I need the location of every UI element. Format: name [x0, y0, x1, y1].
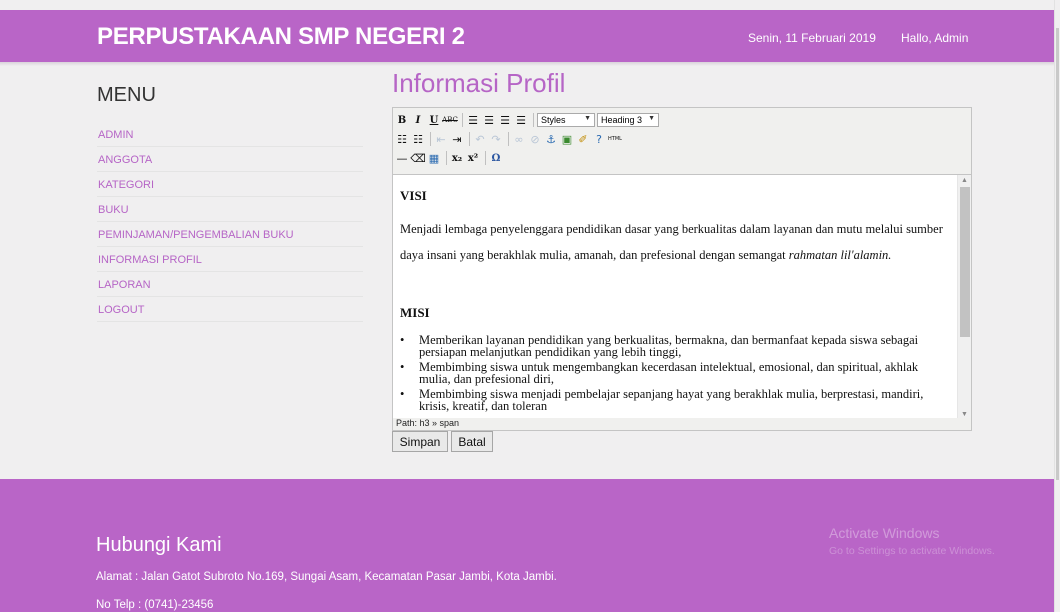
outdent-icon[interactable]: ⇤	[434, 131, 448, 147]
visual-aid-icon[interactable]: ▦	[427, 150, 441, 166]
misi-item-text: Membimbing siswa menjadi pembelajar sepa…	[419, 387, 924, 413]
horizontal-rule-icon[interactable]: —	[395, 150, 409, 166]
toolbar-separator	[485, 151, 486, 165]
unlink-icon[interactable]: ⊘	[528, 131, 542, 147]
misi-item-text: Memberikan layanan pendidikan yang berku…	[419, 333, 919, 359]
footer: Hubungi Kami Alamat : Jalan Gatot Subrot…	[0, 479, 1054, 612]
strikethrough-icon[interactable]: ABC	[442, 112, 458, 128]
activation-watermark-title: Activate Windows	[829, 525, 940, 541]
misi-item-text: Membimbing siswa untuk mengembangkan kec…	[419, 360, 919, 386]
help-icon[interactable]: ?	[592, 131, 606, 147]
undo-icon[interactable]: ↶	[473, 131, 487, 147]
sidebar-item-anggota[interactable]: ANGGOTA	[97, 147, 363, 172]
footer-phone: No Telp : (0741)-23456	[96, 599, 214, 611]
footer-title: Hubungi Kami	[96, 534, 222, 556]
editor-scrollbar[interactable]: ▲ ▼	[957, 175, 971, 418]
align-left-icon[interactable]: ☰	[466, 112, 480, 128]
page-title: Informasi Profil	[392, 68, 566, 98]
toolbar-row-1: B I U ABC ☰ ☰ ☰ ☰ Styles ▼ Heading 3 ▼	[395, 111, 661, 129]
sidebar-item-informasi-profil[interactable]: INFORMASI PROFIL	[97, 247, 363, 272]
indent-icon[interactable]: ⇥	[450, 131, 464, 147]
page: PERPUSTAKAAN SMP NEGERI 2 Senin, 11 Febr…	[0, 0, 1060, 612]
rich-text-editor: B I U ABC ☰ ☰ ☰ ☰ Styles ▼ Heading 3 ▼ ☷ ☷…	[392, 107, 972, 431]
styles-select-value: Styles	[541, 115, 566, 125]
list-item: • Memberikan layanan pendidikan yang berk…	[400, 333, 952, 359]
toolbar-row-2: ☷ ☷ ⇤ ⇥ ↶ ↷ ∞ ⊘ ⚓ ▣ ✐ ? HTML	[395, 130, 624, 148]
list-item: • Membimbing siswa untuk mengembangkan ke…	[400, 360, 952, 386]
scroll-down-icon[interactable]: ▼	[961, 410, 968, 418]
scroll-up-icon[interactable]: ▲	[961, 176, 968, 184]
link-icon[interactable]: ∞	[512, 131, 526, 147]
styles-select[interactable]: Styles ▼	[537, 113, 595, 127]
activation-watermark-subtitle: Go to Settings to activate Windows.	[829, 545, 995, 557]
user-greeting[interactable]: Hallo, Admin	[901, 31, 968, 45]
align-center-icon[interactable]: ☰	[482, 112, 496, 128]
remove-format-icon[interactable]: ⌫	[410, 150, 426, 166]
misi-list: • Memberikan layanan pendidikan yang berk…	[400, 334, 952, 415]
sidebar-item-admin[interactable]: ADMIN	[97, 122, 363, 147]
save-button[interactable]: Simpan	[392, 431, 448, 452]
toolbar-row-3: — ⌫ ▦ x₂ x² Ω	[395, 149, 505, 167]
italic-icon[interactable]: I	[411, 112, 425, 128]
image-icon[interactable]: ▣	[560, 131, 574, 147]
sidebar-item-kategori[interactable]: KATEGORI	[97, 172, 363, 197]
visi-italic-text: rahmatan lil'alamin.	[788, 248, 892, 262]
editor-scrollbar-thumb[interactable]	[960, 187, 970, 337]
sidebar-item-logout[interactable]: LOGOUT	[97, 297, 363, 322]
sidebar-item-buku[interactable]: BUKU	[97, 197, 363, 222]
misi-heading: MISI	[400, 305, 430, 320]
toolbar-separator	[469, 132, 470, 146]
toolbar-separator	[430, 132, 431, 146]
cleanup-icon[interactable]: ✐	[576, 131, 590, 147]
current-date: Senin, 11 Februari 2019	[748, 31, 876, 45]
navbar-shadow	[0, 62, 1054, 66]
footer-address: Alamat : Jalan Gatot Subroto No.169, Sun…	[96, 571, 557, 583]
format-select[interactable]: Heading 3 ▼	[597, 113, 659, 127]
cancel-button[interactable]: Batal	[451, 431, 493, 452]
special-character-icon[interactable]: Ω	[489, 150, 503, 166]
toolbar-separator	[462, 113, 463, 127]
sidebar-item-laporan[interactable]: LAPORAN	[97, 272, 363, 297]
bullet: •	[400, 333, 405, 347]
format-select-value: Heading 3	[601, 115, 643, 125]
align-justify-icon[interactable]: ☰	[514, 112, 528, 128]
chevron-down-icon: ▼	[584, 115, 591, 122]
list-item: • Membimbing siswa menjadi pembelajar sep…	[400, 387, 952, 413]
superscript-icon[interactable]: x²	[466, 150, 480, 166]
editor-content-area[interactable]: VISI Menjadi lembaga penyelenggara pendi…	[393, 174, 971, 418]
align-right-icon[interactable]: ☰	[498, 112, 512, 128]
editor-path: Path: h3 » span	[396, 418, 460, 428]
subscript-icon[interactable]: x₂	[450, 150, 464, 166]
top-navbar: PERPUSTAKAAN SMP NEGERI 2 Senin, 11 Febr…	[0, 10, 1054, 62]
page-scrollbar[interactable]	[1054, 0, 1060, 612]
toolbar-separator	[533, 113, 534, 127]
underline-icon[interactable]: U	[427, 112, 441, 128]
sidebar-item-peminjaman[interactable]: PEMINJAMAN/PENGEMBALIAN BUKU	[97, 222, 363, 247]
toolbar-separator	[508, 132, 509, 146]
chevron-down-icon: ▼	[648, 115, 655, 122]
bullet: •	[400, 387, 405, 401]
brand-title[interactable]: PERPUSTAKAAN SMP NEGERI 2	[97, 23, 465, 51]
page-scrollbar-thumb[interactable]	[1056, 28, 1059, 480]
toolbar-separator	[446, 151, 447, 165]
html-source-icon[interactable]: HTML	[608, 131, 622, 147]
anchor-icon[interactable]: ⚓	[544, 131, 558, 147]
bullet-list-icon[interactable]: ☷	[395, 131, 409, 147]
bullet: •	[400, 360, 405, 374]
bold-icon[interactable]: B	[395, 112, 409, 128]
sidebar-menu: ADMIN ANGGOTA KATEGORI BUKU PEMINJAMAN/P…	[97, 122, 363, 322]
redo-icon[interactable]: ↷	[489, 131, 503, 147]
menu-title: MENU	[97, 84, 156, 106]
visi-heading: VISI	[400, 188, 427, 203]
numbered-list-icon[interactable]: ☷	[411, 131, 425, 147]
visi-paragraph: Menjadi lembaga penyelenggara pendidikan…	[400, 216, 960, 268]
